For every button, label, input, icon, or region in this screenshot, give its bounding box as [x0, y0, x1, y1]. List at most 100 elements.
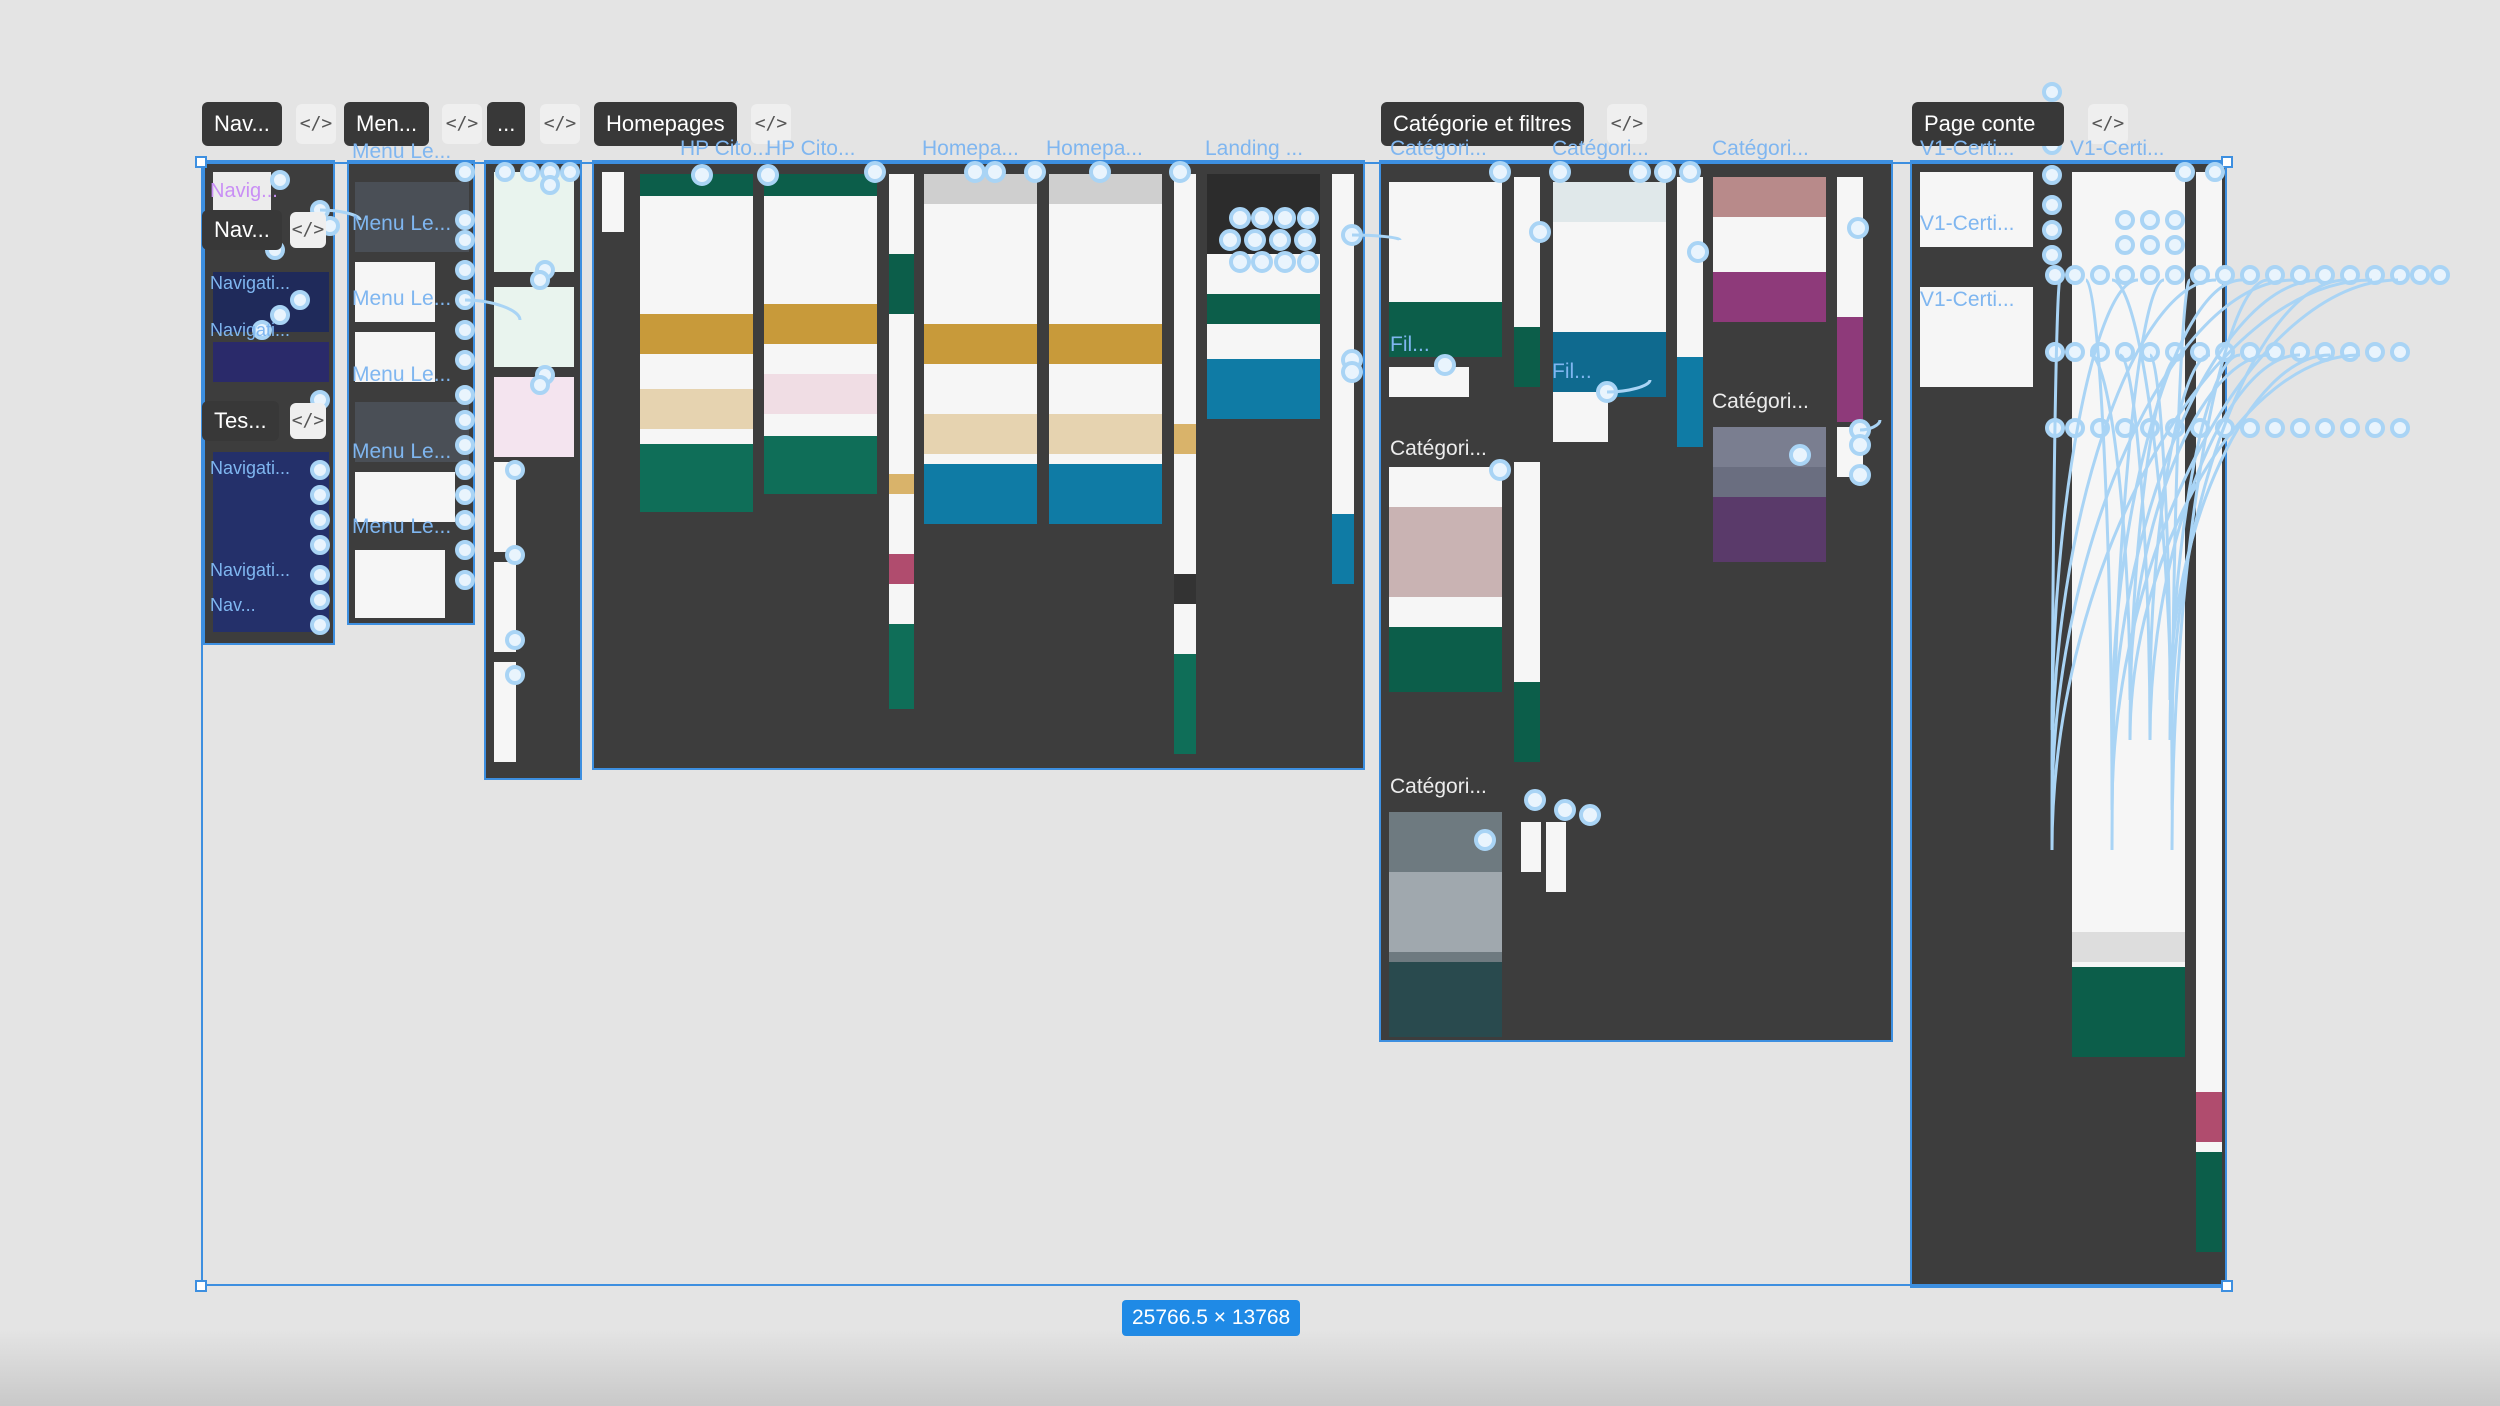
section-tag-nav[interactable]: Nav... [202, 102, 282, 146]
prototype-node[interactable] [2240, 342, 2260, 362]
prototype-node[interactable] [2315, 342, 2335, 362]
prototype-node[interactable] [2365, 265, 2385, 285]
code-brackets-icon[interactable]: </> [442, 104, 482, 144]
prototype-node[interactable] [2265, 265, 2285, 285]
selection-handle-bottom-left[interactable] [195, 1280, 207, 1292]
frame-landing[interactable] [1207, 174, 1320, 419]
frame-hp-1[interactable] [602, 172, 624, 232]
design-canvas[interactable]: Nav... </> Men... </> ... </> Homepages … [0, 0, 2500, 1406]
frame-label[interactable]: Menu Le... [352, 363, 451, 387]
frame-label[interactable]: Navigati... [210, 320, 290, 341]
frame-v1-3[interactable] [1920, 322, 2033, 387]
prototype-node[interactable] [2042, 82, 2062, 102]
frame-hp-5[interactable] [924, 174, 1037, 524]
code-brackets-icon[interactable]: </> [290, 212, 326, 248]
frame-label[interactable]: Catégori... [1552, 137, 1649, 161]
frame-fil-2[interactable] [1553, 392, 1608, 442]
frame-thumbnail[interactable] [494, 662, 516, 762]
prototype-node[interactable] [2315, 418, 2335, 438]
frame-tag-tests[interactable]: Tes... [202, 401, 279, 441]
frame-hp-2[interactable] [640, 174, 753, 512]
frame-label[interactable]: Catégori... [1390, 137, 1487, 161]
frame-cat-12[interactable] [1521, 822, 1541, 872]
section-more[interactable] [484, 160, 582, 780]
frame-label[interactable]: Landing ... [1205, 137, 1303, 161]
prototype-node[interactable] [2390, 342, 2410, 362]
frame-cat-7[interactable] [1389, 467, 1502, 692]
frame-label[interactable]: V1-Certi... [1920, 212, 2015, 236]
frame-label[interactable]: Fil... [1552, 360, 1592, 384]
frame-label[interactable]: Menu Le... [352, 440, 451, 464]
frame-cat-13[interactable] [1546, 822, 1566, 892]
frame-thumbnail[interactable] [494, 287, 574, 367]
frame-label[interactable]: Menu Le... [352, 140, 451, 164]
frame-label[interactable]: HP Cito... [766, 137, 855, 161]
frame-label[interactable]: Catégori... [1712, 137, 1809, 161]
prototype-node[interactable] [2430, 265, 2450, 285]
frame-label[interactable]: Navigati... [210, 458, 290, 479]
frame-label[interactable]: Navigati... [210, 560, 290, 581]
frame-v1-5[interactable] [2196, 172, 2222, 1252]
prototype-node[interactable] [2340, 342, 2360, 362]
frame-label[interactable]: Homepa... [922, 137, 1019, 161]
frame-label[interactable]: V1-Certi... [2070, 137, 2165, 161]
frame-cat-6[interactable] [1837, 177, 1863, 422]
code-brackets-icon[interactable]: </> [540, 104, 580, 144]
frame-hp-4[interactable] [889, 174, 914, 709]
prototype-node[interactable] [2390, 418, 2410, 438]
prototype-node[interactable] [2315, 265, 2335, 285]
selection-handle-top-left[interactable] [195, 156, 207, 168]
frame-thumbnail[interactable] [494, 377, 574, 457]
frame-label[interactable]: Navig... [210, 180, 278, 203]
frame-label[interactable]: Catégori... [1390, 775, 1487, 799]
frame-label[interactable]: Navigati... [210, 273, 290, 294]
code-brackets-icon[interactable]: </> [296, 104, 336, 144]
frame-label[interactable]: Menu Le... [352, 287, 451, 311]
prototype-node[interactable] [2265, 342, 2285, 362]
frame-cat-4[interactable] [1677, 177, 1703, 447]
frame-hp-6[interactable] [1049, 174, 1162, 524]
prototype-node[interactable] [2340, 418, 2360, 438]
prototype-node[interactable] [2265, 418, 2285, 438]
frame-cat-5[interactable] [1713, 177, 1826, 322]
frame-cat-10[interactable] [1837, 427, 1863, 477]
frame-hp-3[interactable] [764, 174, 877, 494]
frame-thumbnail[interactable] [494, 562, 516, 652]
frame-thumbnail[interactable] [494, 172, 574, 272]
section-page-contenu[interactable] [1910, 160, 2227, 1288]
frame-label[interactable]: Menu Le... [352, 515, 451, 539]
prototype-node[interactable] [2365, 342, 2385, 362]
prototype-node[interactable] [2290, 342, 2310, 362]
frame-cat-2[interactable] [1514, 177, 1540, 387]
frame-v1-4[interactable] [2072, 172, 2185, 1057]
frame-cat-8[interactable] [1514, 462, 1540, 762]
section-homepages[interactable] [592, 160, 1365, 770]
selection-handle-bottom-right[interactable] [2221, 1280, 2233, 1292]
section-tag-more[interactable]: ... [487, 102, 526, 146]
frame-cat-9[interactable] [1713, 427, 1826, 562]
code-brackets-icon[interactable]: </> [290, 403, 326, 439]
selection-handle-top-right[interactable] [2221, 156, 2233, 168]
prototype-node[interactable] [2240, 418, 2260, 438]
frame-label[interactable]: Homepa... [1046, 137, 1143, 161]
frame-thumbnail[interactable] [494, 462, 516, 552]
frame-label[interactable]: Menu Le... [352, 212, 451, 236]
frame-thumbnail[interactable] [355, 550, 445, 618]
frame-thumbnail[interactable] [213, 342, 329, 382]
prototype-node[interactable] [2390, 265, 2410, 285]
frame-cat-11[interactable] [1389, 812, 1502, 1037]
frame-hp-8[interactable] [1332, 174, 1354, 584]
frame-label[interactable]: Fil... [1390, 333, 1430, 357]
frame-label[interactable]: Catégori... [1390, 437, 1487, 461]
frame-fil-1[interactable] [1389, 367, 1469, 397]
frame-cat-1[interactable] [1389, 182, 1502, 357]
prototype-node[interactable] [2290, 265, 2310, 285]
frame-label[interactable]: HP Cito... [680, 137, 769, 161]
frame-label[interactable]: Catégori... [1712, 390, 1809, 414]
prototype-node[interactable] [2410, 265, 2430, 285]
prototype-node[interactable] [2365, 418, 2385, 438]
section-categorie-filtres[interactable] [1379, 160, 1893, 1042]
frame-label[interactable]: Nav... [210, 595, 256, 616]
frame-label[interactable]: V1-Certi... [1920, 137, 2015, 161]
frame-label[interactable]: V1-Certi... [1920, 288, 2015, 312]
